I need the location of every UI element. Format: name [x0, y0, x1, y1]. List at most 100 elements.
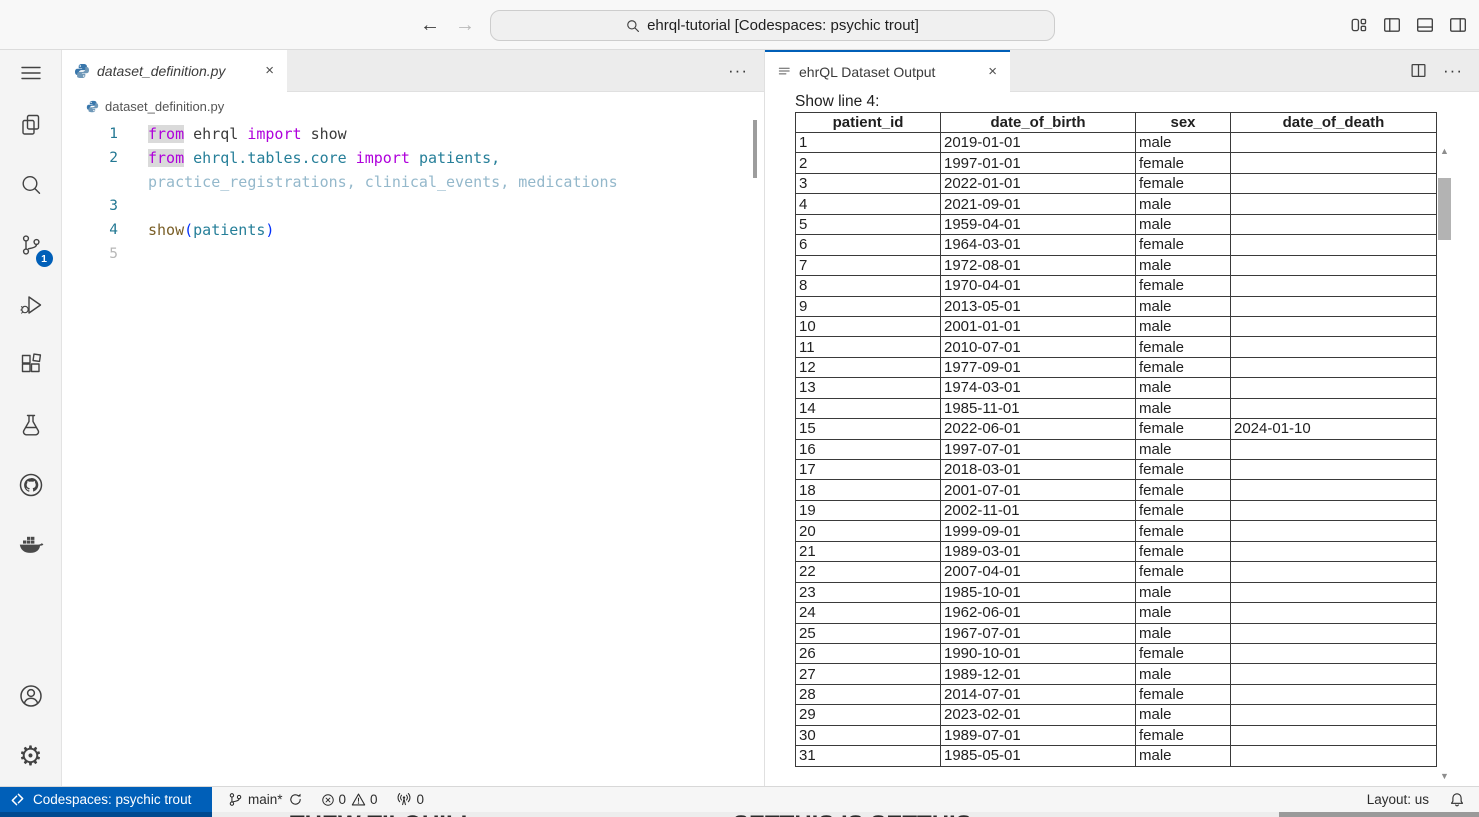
table-cell	[1231, 276, 1437, 296]
table-cell: female	[1136, 235, 1231, 255]
back-arrow-icon[interactable]: ←	[420, 13, 440, 37]
table-cell: 2019-01-01	[941, 133, 1136, 153]
keyboard-layout-indicator[interactable]: Layout: us	[1367, 792, 1429, 807]
tab-ehrql-dataset-output[interactable]: ehrQL Dataset Output ×	[765, 50, 1010, 91]
run-and-debug-icon[interactable]	[0, 275, 62, 335]
toggle-primary-sidebar-icon[interactable]	[1383, 16, 1401, 34]
radio-tower-icon	[396, 792, 412, 807]
code-line[interactable]: practice_registrations, clinical_events,…	[62, 170, 764, 194]
source-control-icon[interactable]: 1	[0, 215, 62, 275]
table-row: 261990-10-01female	[796, 643, 1437, 663]
panel-scrollbar-thumb[interactable]	[1438, 178, 1451, 240]
scroll-down-icon[interactable]: ▼	[1437, 770, 1452, 782]
editor-scrollbar-thumb[interactable]	[753, 120, 757, 178]
clipped-gray-segment	[1279, 812, 1479, 817]
extensions-icon[interactable]	[0, 335, 62, 395]
table-cell: male	[1136, 705, 1231, 725]
breadcrumb-item: dataset_definition.py	[105, 99, 224, 114]
remote-indicator[interactable]: Codespaces: psychic trout	[0, 787, 212, 812]
settings-gear-icon[interactable]: ⚙	[0, 726, 62, 786]
table-row: 81970-04-01female	[796, 276, 1437, 296]
command-center-search[interactable]: ehrql-tutorial [Codespaces: psychic trou…	[490, 10, 1055, 41]
tab-dataset-definition[interactable]: dataset_definition.py ×	[62, 50, 287, 91]
table-cell: 18	[796, 480, 941, 500]
explorer-icon[interactable]	[0, 95, 62, 155]
panel-scrollbar[interactable]: ▲ ▼	[1437, 145, 1452, 782]
table-cell: 1990-10-01	[941, 643, 1136, 663]
clipped-text-right: SETTHIS IS SETTHIS	[733, 812, 972, 817]
table-row: 42021-09-01male	[796, 194, 1437, 214]
table-cell: 9	[796, 296, 941, 316]
table-cell: female	[1136, 684, 1231, 704]
table-cell	[1231, 582, 1437, 602]
code-line[interactable]: 2from ehrql.tables.core import patients,	[62, 146, 764, 170]
code-token: patients,	[419, 149, 500, 167]
table-cell	[1231, 255, 1437, 275]
code-text: from ehrql import show	[118, 122, 347, 146]
status-bar: Codespaces: psychic trout main* 0 0 0 La…	[0, 786, 1479, 812]
code-line[interactable]: 3	[62, 194, 764, 218]
table-row: 141985-11-01male	[796, 398, 1437, 418]
workbench: 1 ⚙	[0, 50, 1479, 786]
code-text: practice_registrations, clinical_events,…	[118, 170, 618, 194]
code-token	[302, 125, 311, 143]
table-cell	[1231, 235, 1437, 255]
table-cell: male	[1136, 582, 1231, 602]
more-actions-icon[interactable]: ···	[1443, 61, 1463, 81]
testing-icon[interactable]	[0, 395, 62, 455]
split-editor-icon[interactable]	[1410, 62, 1427, 79]
table-row: 131974-03-01male	[796, 378, 1437, 398]
toggle-panel-icon[interactable]	[1416, 16, 1434, 34]
code-text: show(patients)	[118, 218, 274, 242]
breadcrumb[interactable]: dataset_definition.py	[62, 92, 764, 120]
table-row: 51959-04-01male	[796, 214, 1437, 234]
tab-close-icon[interactable]: ×	[262, 62, 277, 79]
panel-heading: Show line 4:	[795, 93, 879, 111]
table-cell: female	[1136, 419, 1231, 439]
ports-indicator[interactable]: 0	[396, 792, 425, 807]
table-cell: male	[1136, 214, 1231, 234]
table-cell: 1959-04-01	[941, 214, 1136, 234]
table-cell	[1231, 725, 1437, 745]
table-cell: 10	[796, 316, 941, 336]
code-line[interactable]: 4show(patients)	[62, 218, 764, 242]
more-actions-icon[interactable]: ···	[728, 61, 748, 81]
table-row: 71972-08-01male	[796, 255, 1437, 275]
table-cell: 2002-11-01	[941, 500, 1136, 520]
problems-indicator[interactable]: 0 0	[321, 792, 378, 807]
table-row: 152022-06-01female2024-01-10	[796, 419, 1437, 439]
code-token: from	[148, 149, 184, 167]
menu-icon[interactable]	[0, 50, 62, 95]
table-cell: 4	[796, 194, 941, 214]
table-row: 12019-01-01male	[796, 133, 1437, 153]
search-icon	[626, 19, 640, 33]
table-row: 292023-02-01male	[796, 705, 1437, 725]
customize-layout-icon[interactable]	[1350, 16, 1368, 34]
table-cell: 1989-07-01	[941, 725, 1136, 745]
error-count: 0	[339, 792, 347, 807]
table-cell: male	[1136, 378, 1231, 398]
tab-close-icon[interactable]: ×	[985, 63, 1000, 80]
accounts-icon[interactable]	[0, 666, 62, 726]
search-icon[interactable]	[0, 155, 62, 215]
code-text: from ehrql.tables.core import patients,	[118, 146, 500, 170]
clipped-blue-segment	[0, 812, 212, 817]
docker-icon[interactable]	[0, 515, 62, 575]
table-cell: female	[1136, 173, 1231, 193]
github-icon[interactable]	[0, 455, 62, 515]
code-line[interactable]: 5	[62, 242, 764, 266]
toggle-secondary-sidebar-icon[interactable]	[1449, 16, 1467, 34]
table-cell: 2023-02-01	[941, 705, 1136, 725]
table-row: 222007-04-01female	[796, 562, 1437, 582]
ehrql-output-panel: Show line 4: patient_iddate_of_birthsexd…	[765, 92, 1479, 786]
code-editor[interactable]: 1from ehrql import show2from ehrql.table…	[62, 120, 764, 266]
notifications-bell-icon[interactable]	[1449, 792, 1465, 808]
table-cell	[1231, 480, 1437, 500]
table-column-header: patient_id	[796, 113, 941, 133]
table-cell	[1231, 746, 1437, 766]
table-row: 211989-03-01female	[796, 541, 1437, 561]
scroll-up-icon[interactable]: ▲	[1437, 145, 1452, 157]
branch-indicator[interactable]: main*	[228, 792, 303, 807]
code-line[interactable]: 1from ehrql import show	[62, 122, 764, 146]
table-cell	[1231, 460, 1437, 480]
